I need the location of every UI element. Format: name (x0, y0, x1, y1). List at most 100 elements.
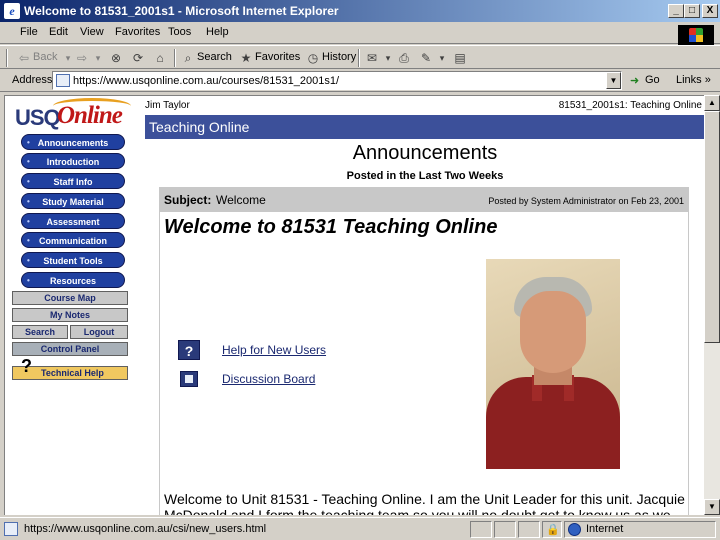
announcement-body: Welcome to Unit 81531 - Teaching Online.… (164, 491, 685, 515)
windows-logo (678, 25, 714, 45)
nav-label: Introduction (46, 157, 100, 167)
scroll-down-button[interactable]: ▼ (704, 499, 720, 515)
nav-label: Communication (38, 236, 107, 246)
course-map-button[interactable]: Course Map (12, 291, 128, 305)
status-pane (470, 521, 492, 538)
nav-resources-button[interactable]: • Resources (21, 272, 125, 288)
discussion-board-icon[interactable] (180, 371, 198, 387)
page-viewport[interactable]: USQ Online • Announcements • Introduction … (4, 95, 704, 515)
bullet-icon: • (27, 138, 30, 147)
menu-view[interactable]: View (80, 26, 104, 38)
window-title: Welcome to 81531_2001s1 - Microsoft Inte… (24, 4, 339, 18)
discuss-icon[interactable]: ▤ (452, 50, 468, 66)
menu-help[interactable]: Help (206, 26, 229, 38)
question-mark-icon: ? (21, 356, 32, 376)
nav-label: Assessment (46, 217, 100, 227)
posted-by: Posted by System Administrator on Feb 23… (488, 196, 684, 206)
address-input[interactable]: https://www.usqonline.com.au/courses/815… (52, 71, 622, 90)
favorites-button[interactable]: Favorites (255, 51, 300, 63)
subject-value: Welcome (216, 193, 266, 207)
chevron-down-icon[interactable]: ▾ (380, 50, 396, 66)
nav-label: Resources (49, 276, 97, 286)
go-arrow-icon[interactable]: ➜ (630, 74, 639, 87)
links-button[interactable]: Links » (676, 74, 711, 86)
help-icon[interactable]: ? (178, 340, 200, 360)
nav-study-material-button[interactable]: • Study Material (21, 193, 125, 209)
logo-online-text: Online (57, 102, 123, 129)
menu-edit[interactable]: Edit (49, 26, 68, 38)
page-title: Announcements (352, 142, 498, 164)
search-icon[interactable]: ⌕ (180, 50, 196, 66)
chevron-down-icon[interactable]: ▾ (434, 50, 450, 66)
subject-label: Subject: (164, 193, 212, 207)
unit-leader-photo (486, 259, 620, 469)
minimize-button[interactable]: _ (668, 4, 684, 18)
address-dropdown-button[interactable]: ▼ (606, 72, 621, 89)
nav-announcements-button[interactable]: • Announcements (21, 134, 125, 150)
forward-arrow-icon[interactable]: ⇨ (74, 50, 90, 66)
mail-icon[interactable]: ✉ (364, 50, 380, 66)
usqonline-logo[interactable]: USQ Online (15, 98, 143, 134)
page-icon (56, 74, 70, 87)
header-band: Teaching Online (145, 115, 704, 139)
nav-staff-info-button[interactable]: • Staff Info (21, 173, 125, 189)
history-button[interactable]: History (322, 51, 356, 63)
nav-introduction-button[interactable]: • Introduction (21, 153, 125, 169)
announcement-title: Welcome to 81531 Teaching Online (164, 216, 498, 238)
nav-label: Staff Info (53, 177, 93, 187)
page-subtitle: Posted in the Last Two Weeks (346, 170, 504, 182)
back-arrow-icon[interactable]: ⇦ (16, 50, 32, 66)
my-notes-button[interactable]: My Notes (12, 308, 128, 322)
help-for-new-users-link[interactable]: Help for New Users (222, 343, 326, 357)
maximize-button[interactable]: □ (684, 4, 700, 18)
edit-icon[interactable]: ✎ (418, 50, 434, 66)
toolbar-separator (174, 49, 176, 67)
standard-toolbar: ⇦ Back ▾ ⇨ ▾ ⊗ ⟳ ⌂ ⌕ Search ★ Favorites … (0, 45, 720, 69)
address-url[interactable]: https://www.usqonline.com.au/courses/815… (73, 75, 339, 87)
status-bar: https://www.usqonline.com.au/csi/new_use… (0, 517, 720, 540)
refresh-icon[interactable]: ⟳ (130, 50, 146, 66)
status-pane (494, 521, 516, 538)
go-button[interactable]: Go (645, 74, 660, 86)
menu-favorites[interactable]: Favorites (115, 26, 160, 38)
announcement-card: Subject: Welcome Posted by System Admini… (159, 187, 689, 515)
search-button[interactable]: Search (197, 51, 232, 63)
nav-communication-button[interactable]: • Communication (21, 232, 125, 248)
search-button[interactable]: Search (12, 325, 68, 339)
control-panel-button[interactable]: Control Panel (12, 342, 128, 356)
status-pane (518, 521, 540, 538)
nav-assessment-button[interactable]: • Assessment (21, 213, 125, 229)
menu-file[interactable]: File (20, 26, 38, 38)
logo-usq-text: USQ (15, 105, 61, 130)
favorites-icon[interactable]: ★ (238, 50, 254, 66)
stop-icon[interactable]: ⊗ (108, 50, 124, 66)
nav-label: Announcements (37, 138, 109, 148)
chevron-down-icon[interactable]: ▾ (90, 50, 106, 66)
address-label: Address (12, 74, 53, 86)
ie-icon: e (4, 3, 20, 19)
bullet-icon: • (27, 157, 30, 166)
scroll-up-button[interactable]: ▲ (704, 95, 720, 111)
menu-tools[interactable]: Toos (168, 26, 191, 38)
security-zone: Internet (586, 523, 624, 535)
technical-help-button[interactable]: ? Technical Help (12, 357, 128, 380)
user-name: Jim Taylor (145, 100, 190, 111)
vertical-scrollbar[interactable]: ▲ ▼ (704, 95, 720, 515)
logout-button[interactable]: Logout (70, 325, 128, 339)
unit-code: 81531_2001s1: Teaching Online (558, 100, 702, 111)
scroll-thumb[interactable] (704, 111, 720, 343)
bullet-icon: • (27, 276, 30, 285)
nav-student-tools-button[interactable]: • Student Tools (21, 252, 125, 268)
close-button[interactable]: X (702, 4, 718, 18)
discussion-board-link[interactable]: Discussion Board (222, 372, 315, 386)
window-title-bar[interactable]: e Welcome to 81531_2001s1 - Microsoft In… (0, 0, 720, 22)
history-icon[interactable]: ◷ (305, 50, 321, 66)
windows-flag-icon (689, 28, 703, 42)
band-title: Teaching Online (149, 119, 250, 135)
print-icon[interactable]: ⎙ (396, 50, 412, 66)
page-icon (4, 522, 18, 536)
back-button[interactable]: Back (33, 51, 57, 63)
home-icon[interactable]: ⌂ (152, 50, 168, 66)
address-bar: Address https://www.usqonline.com.au/cou… (0, 70, 720, 92)
toolbar-grip (6, 49, 8, 67)
